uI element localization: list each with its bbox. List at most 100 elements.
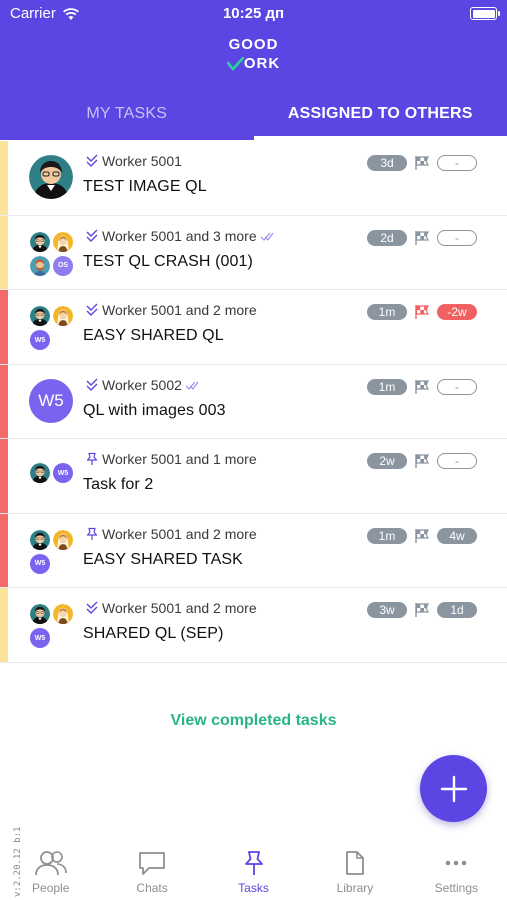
avatar xyxy=(30,530,50,550)
tab-my-tasks[interactable]: MY TASKS xyxy=(0,88,254,140)
tab-my-tasks-label: MY TASKS xyxy=(86,105,168,122)
logo-line-2: ORK xyxy=(226,54,281,73)
task-assignees-text: Worker 5002 xyxy=(102,376,182,393)
seen-check-icon xyxy=(260,229,274,243)
plus-icon xyxy=(440,775,467,802)
task-chips: 1m -2w xyxy=(367,304,477,320)
priority-stripe xyxy=(0,290,8,364)
avatar-initials: W5 xyxy=(30,628,50,648)
status-bar: Carrier 10:25 дп xyxy=(0,0,507,28)
deadline-badge: 1d xyxy=(437,602,477,618)
flag-icon xyxy=(414,528,430,544)
nav-people[interactable]: People xyxy=(0,838,101,900)
double-check-icon xyxy=(85,229,99,243)
task-assignees: Worker 5001 and 2 more xyxy=(85,600,257,616)
double-check-icon xyxy=(85,601,99,615)
task-row[interactable]: W5 Worker 5001 and 1 more Task for 2 2w … xyxy=(0,439,507,514)
task-chips: 1m - xyxy=(367,378,477,395)
task-chips: 3d - xyxy=(367,155,477,171)
flag-icon xyxy=(414,230,430,246)
tab-assigned-to-others-label: ASSIGNED TO OTHERS xyxy=(287,105,473,122)
nav-tasks[interactable]: Tasks xyxy=(203,838,304,900)
assignee-avatars: W5 xyxy=(29,378,75,425)
logo-check-icon xyxy=(226,56,244,71)
avatar xyxy=(53,306,73,326)
flag-icon xyxy=(414,602,430,618)
avatar xyxy=(30,463,50,483)
assignee-avatars: OS xyxy=(29,230,75,276)
tab-assigned-to-others[interactable]: ASSIGNED TO OTHERS xyxy=(253,88,507,140)
pin-icon xyxy=(85,527,99,541)
avatar xyxy=(30,232,50,252)
people-icon xyxy=(34,851,67,876)
task-title: EASY SHARED TASK xyxy=(83,550,243,568)
add-task-button[interactable] xyxy=(420,755,487,822)
flag-icon xyxy=(414,379,430,395)
task-title: QL with images 003 xyxy=(83,401,226,419)
nav-settings-label: Settings xyxy=(434,881,478,895)
flag-icon xyxy=(414,304,430,320)
document-icon xyxy=(346,851,364,875)
double-check-icon xyxy=(85,154,99,168)
age-badge: 3d xyxy=(367,155,407,171)
task-assignees-text: Worker 5001 and 1 more xyxy=(102,451,257,467)
task-row[interactable]: W5 Worker 5001 and 2 more SHARED QL (SEP… xyxy=(0,588,507,663)
task-assignees-text: Worker 5001 and 3 more xyxy=(102,227,257,244)
chat-icon xyxy=(139,852,166,875)
app-logo: GOOD ORK xyxy=(0,35,507,76)
task-title: Task for 2 xyxy=(83,476,154,493)
avatar xyxy=(29,155,73,199)
task-chips: 2w - xyxy=(367,453,477,469)
task-list: Worker 5001 TEST IMAGE QL 3d - OS Worker… xyxy=(0,141,507,663)
view-completed-link[interactable]: View completed tasks xyxy=(0,712,507,730)
more-icon xyxy=(446,860,467,866)
pin-icon xyxy=(85,452,99,466)
age-badge: 2d xyxy=(367,229,407,246)
task-chips: 2d - xyxy=(367,229,477,246)
task-row[interactable]: W5 Worker 5001 and 2 more EASY SHARED TA… xyxy=(0,513,507,588)
age-badge: 2w xyxy=(367,453,407,469)
age-badge: 1m xyxy=(367,527,407,544)
task-row[interactable]: OS Worker 5001 and 3 more TEST QL CRASH … xyxy=(0,215,507,290)
nav-tasks-label: Tasks xyxy=(238,881,269,895)
priority-stripe xyxy=(0,513,8,587)
task-assignees: Worker 5001 xyxy=(85,153,182,169)
avatar xyxy=(30,306,50,326)
task-row[interactable]: W5 Worker 5001 and 2 more EASY SHARED QL… xyxy=(0,290,507,365)
task-assignees-text: Worker 5001 xyxy=(102,153,182,169)
task-title: EASY SHARED QL xyxy=(83,327,224,344)
deadline-badge: - xyxy=(437,155,477,171)
priority-stripe xyxy=(0,364,8,438)
task-assignees-text: Worker 5001 and 2 more xyxy=(102,302,257,318)
task-title: TEST IMAGE QL xyxy=(83,178,207,195)
nav-library[interactable]: Library xyxy=(304,838,405,900)
task-assignees: Worker 5001 and 2 more xyxy=(85,302,257,318)
assignee-avatars: W5 xyxy=(29,528,75,574)
flag-icon xyxy=(414,453,430,469)
avatar xyxy=(53,604,73,624)
task-title: TEST QL CRASH (001) xyxy=(83,252,253,270)
avatar-initials: OS xyxy=(53,255,73,276)
task-row[interactable]: Worker 5001 TEST IMAGE QL 3d - xyxy=(0,141,507,216)
logo-line-2-text: ORK xyxy=(243,55,281,72)
task-row[interactable]: W5 Worker 5002 QL with images 003 1m - xyxy=(0,364,507,439)
nav-settings[interactable]: Settings xyxy=(406,838,507,900)
pin-icon xyxy=(244,851,263,875)
deadline-badge: 4w xyxy=(437,527,477,544)
deadline-badge: - xyxy=(437,229,477,246)
nav-chats[interactable]: Chats xyxy=(101,838,202,900)
age-badge: 1m xyxy=(367,378,407,395)
battery-icon xyxy=(470,7,500,20)
task-assignees: Worker 5002 xyxy=(85,377,199,393)
nav-library-label: Library xyxy=(336,881,374,895)
assignee-avatars xyxy=(29,155,75,201)
task-title: SHARED QL (SEP) xyxy=(83,625,224,642)
task-assignees-text: Worker 5001 and 2 more xyxy=(102,600,257,616)
nav-people-label: People xyxy=(32,881,70,895)
task-assignees-text: Worker 5001 and 2 more xyxy=(102,525,257,542)
app-header: Carrier 10:25 дп GOOD ORK MY TASKS ASSIG… xyxy=(0,0,507,140)
avatar xyxy=(30,256,50,276)
tab-bar: MY TASKS ASSIGNED TO OTHERS xyxy=(0,88,507,140)
avatar xyxy=(53,530,73,550)
avatar-initials: W5 xyxy=(53,463,73,483)
